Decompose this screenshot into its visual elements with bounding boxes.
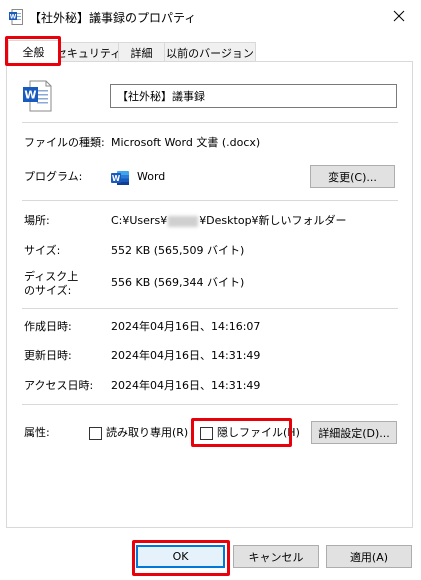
modified-label: 更新日時:: [24, 349, 72, 362]
window-title: 【社外秘】議事録のプロパティ: [29, 11, 197, 25]
location-prefix: C:¥Users¥: [111, 214, 168, 227]
close-button[interactable]: [377, 0, 421, 32]
apply-button[interactable]: 適用(A): [326, 545, 412, 568]
close-icon: [393, 10, 405, 22]
readonly-checkbox[interactable]: [89, 427, 102, 440]
location-label: 場所:: [24, 214, 50, 227]
modified-value: 2024年04月16日、14:31:49: [111, 349, 261, 362]
readonly-label[interactable]: 読み取り専用(R): [106, 426, 188, 440]
separator: [22, 404, 398, 405]
advanced-settings-button[interactable]: 詳細設定(D)...: [311, 421, 397, 444]
apply-button-label: 適用(A): [349, 550, 389, 564]
advanced-settings-button-label: 詳細設定(D)...: [318, 426, 390, 440]
separator: [22, 200, 398, 201]
ok-highlight-box: [132, 540, 230, 576]
cancel-button-label: キャンセル: [248, 550, 304, 564]
separator: [22, 122, 398, 123]
tab-security-label: セキュリティ: [55, 46, 122, 60]
svg-text:W: W: [112, 174, 121, 183]
word-document-icon: W: [23, 80, 52, 112]
title-bar: W 【社外秘】議事録のプロパティ: [0, 0, 421, 34]
tab-details[interactable]: 詳細: [118, 42, 165, 62]
created-label: 作成日時:: [24, 320, 72, 333]
disk-size-label-line2: のサイズ:: [24, 284, 72, 297]
separator: [22, 308, 398, 309]
program-label: プログラム:: [24, 170, 83, 183]
file-type-label: ファイルの種類:: [24, 136, 105, 149]
word-doc-icon: W: [9, 9, 23, 25]
disk-size-value: 556 KB (569,344 バイト): [111, 276, 245, 289]
size-label: サイズ:: [24, 244, 61, 257]
hidden-highlight-box: [191, 418, 292, 447]
file-name-input[interactable]: 【社外秘】議事録: [110, 84, 397, 108]
accessed-label: アクセス日時:: [24, 379, 94, 392]
created-value: 2024年04月16日、14:16:07: [111, 320, 261, 333]
location-value: C:¥Users¥ ¥Desktop¥新しいフォルダー: [111, 214, 347, 228]
cancel-button[interactable]: キャンセル: [233, 545, 319, 568]
disk-size-label-line1: ディスク上: [24, 270, 79, 283]
tab-details-label: 詳細: [130, 46, 153, 60]
word-app-icon: W: [111, 171, 129, 185]
program-value: Word: [137, 170, 166, 183]
change-program-button-label: 変更(C)...: [328, 170, 377, 184]
redacted-username: [168, 215, 199, 227]
location-suffix: ¥Desktop¥新しいフォルダー: [199, 214, 347, 227]
file-type-value: Microsoft Word 文書 (.docx): [111, 136, 261, 149]
change-program-button[interactable]: 変更(C)...: [310, 165, 395, 188]
svg-text:W: W: [10, 14, 17, 21]
tab-highlight-box: [5, 36, 61, 66]
svg-text:W: W: [24, 89, 36, 102]
tab-security[interactable]: セキュリティ: [55, 42, 122, 62]
size-value: 552 KB (565,509 バイト): [111, 244, 245, 257]
accessed-value: 2024年04月16日、14:31:49: [111, 379, 261, 392]
tab-previous-versions[interactable]: 以前のバージョン: [164, 42, 256, 62]
attributes-label: 属性:: [24, 426, 50, 439]
tab-previous-versions-label: 以前のバージョン: [166, 46, 254, 60]
